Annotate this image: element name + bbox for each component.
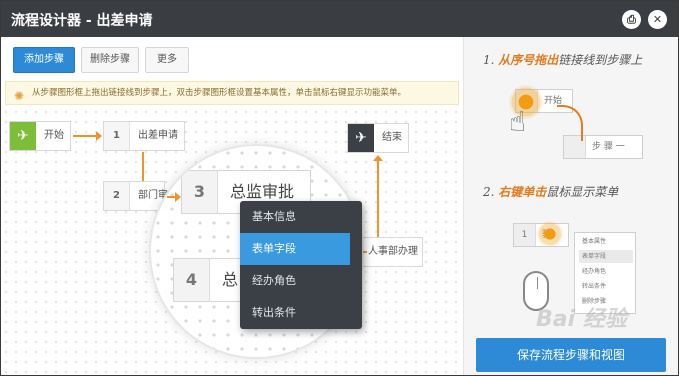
step-number[interactable]: 2: [104, 182, 130, 210]
menu-item-transfer-condition[interactable]: 转出条件: [240, 297, 344, 329]
start-node[interactable]: ✈ 开始: [9, 121, 71, 151]
close-button[interactable]: ✕: [648, 10, 667, 29]
click-point-icon: [537, 221, 563, 247]
close-icon: ✕: [652, 13, 663, 26]
hand-pointer-icon: ☝: [509, 105, 527, 138]
connector-line: [363, 251, 367, 253]
hint-banner: ✺ 从步骤图形框上拖出链接线到步骤上，双击步骤图形框设置基本属性，单击鼠标右键显…: [5, 81, 459, 105]
save-flow-button[interactable]: 保存流程步骤和视图: [476, 338, 666, 372]
end-node-label: 结束: [382, 132, 402, 143]
delete-step-button[interactable]: 删除步骤: [81, 47, 139, 73]
print-icon: ⎙: [627, 13, 636, 26]
menu-item-form-fields[interactable]: 表单字段: [240, 233, 350, 265]
print-button[interactable]: ⎙: [622, 10, 641, 29]
menu-item-basic-info[interactable]: 基本信息: [240, 201, 344, 233]
guide-step2-title: 2. 右键单击鼠标显示菜单: [483, 185, 619, 199]
hint-text: 从步骤图形框上拖出链接线到步骤上，双击步骤图形框设置基本属性，单击鼠标右键显示功…: [32, 88, 407, 98]
step-number[interactable]: 1: [104, 122, 130, 150]
guide-step1-title: 1. 从序号拖出链接线到步骤上: [483, 53, 643, 67]
start-node-label: 开始: [44, 130, 64, 141]
more-button[interactable]: 更多: [145, 47, 189, 73]
step-number[interactable]: 3: [182, 171, 218, 213]
airplane-icon: ✈: [10, 122, 36, 150]
menu-item-handler-role[interactable]: 经办角色: [240, 265, 344, 297]
arrow-head-icon: [175, 192, 181, 202]
lightbulb-icon: ✺: [14, 89, 25, 103]
flow-designer-window: 流程设计器 - 出差申请 ⎙ ✕ 添加步骤 删除步骤 更多 ✺ 从步骤图形框上拖…: [0, 0, 679, 376]
step-number[interactable]: 4: [174, 259, 210, 301]
watermark: Bai 经验: [536, 307, 627, 332]
connector-line: [73, 135, 97, 137]
step-label: 总: [222, 270, 239, 289]
step-label: 人事部办理: [368, 246, 418, 257]
arrow-head-icon: [96, 131, 102, 141]
title-bar: 流程设计器 - 出差申请 ⎙ ✕: [1, 1, 678, 37]
window-title: 流程设计器 - 出差申请: [11, 13, 153, 29]
add-step-button[interactable]: 添加步骤: [13, 47, 75, 73]
arrow-head-icon: [373, 155, 383, 161]
connector-line: [142, 152, 144, 182]
connector-line: [377, 161, 379, 239]
context-menu: 基本信息 表单字段 经办角色 转出条件: [240, 201, 362, 329]
